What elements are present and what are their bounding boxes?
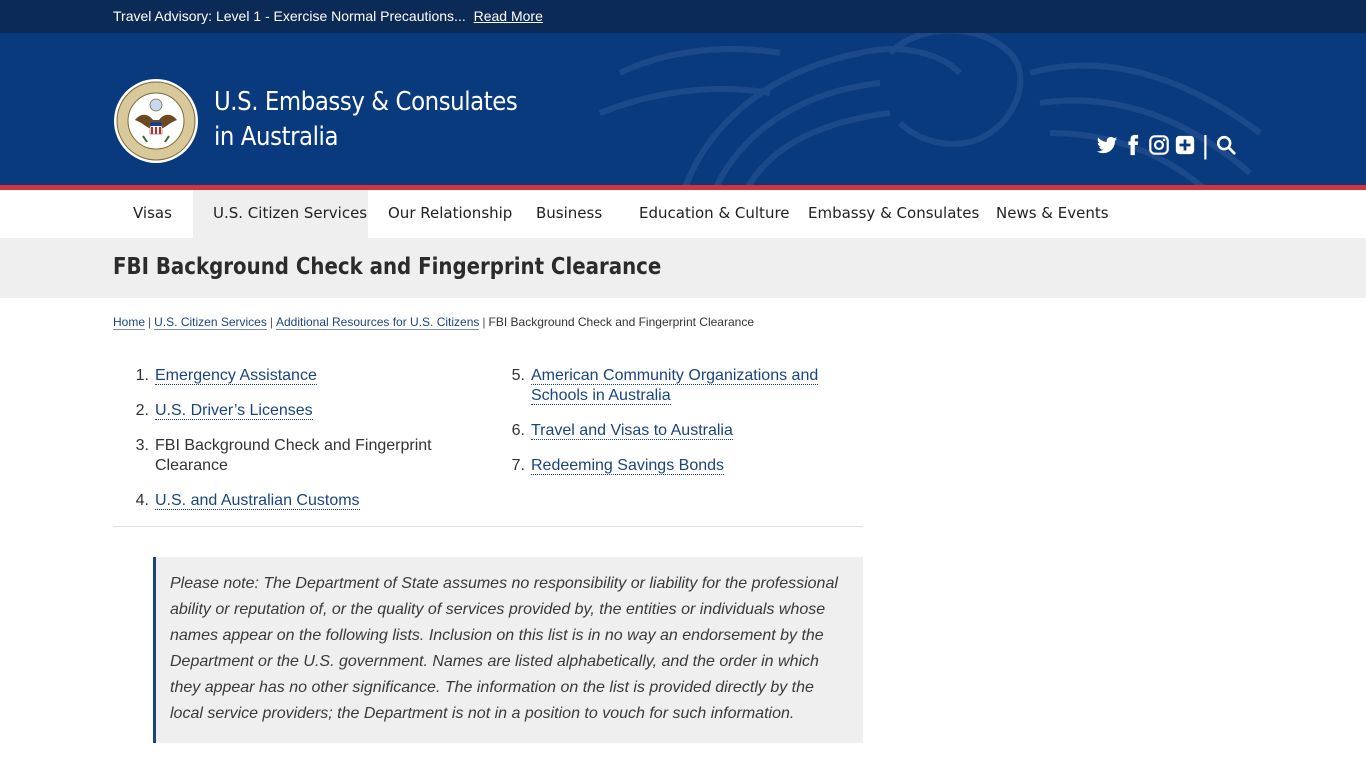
travel-advisory-content: Travel Advisory: Level 1 - Exercise Norm… [113,8,543,24]
breadcrumb-home[interactable]: Home [113,315,146,330]
nav-item-our-relationship[interactable]: Our Relationship [368,190,512,238]
american-community-organizations-link[interactable]: American Community Organizations and Sch… [531,367,819,405]
read-more-link[interactable]: Read More [474,8,543,24]
list-item-number: 2. [135,402,149,419]
list-item-number: 5. [511,367,525,384]
breadcrumb-separator: | [269,315,273,329]
social-separator: | [1202,130,1209,160]
facebook-icon[interactable] [1122,134,1144,156]
list-item-number: 1. [135,367,149,384]
nav-item-us-citizen-services[interactable]: U.S. Citizen Services [193,190,368,238]
nav-item-education-culture[interactable]: Education & Culture [619,190,790,238]
list-item-number: 4. [135,492,149,509]
breadcrumb-separator: | [482,315,486,329]
plus-share-icon[interactable] [1174,134,1196,156]
breadcrumb-current: FBI Background Check and Fingerprint Cle… [488,315,754,329]
search-icon[interactable] [1215,134,1237,156]
content-divider [113,526,863,527]
instagram-icon[interactable] [1148,134,1170,156]
breadcrumb-us-citizen-services[interactable]: U.S. Citizen Services [154,315,267,330]
travel-visas-australia-link[interactable]: Travel and Visas to Australia [531,422,733,440]
site-header: U.S. Embassy & Consulates in Australia | [0,33,1366,185]
twitter-icon[interactable] [1096,134,1118,156]
site-title[interactable]: U.S. Embassy & Consulates in Australia [214,85,518,155]
travel-advisory-text: Travel Advisory: Level 1 - Exercise Norm… [113,8,466,24]
main-navigation: Visas U.S. Citizen Services Our Relation… [0,190,1366,238]
list-item-number: 7. [511,457,525,474]
us-australian-customs-link[interactable]: U.S. and Australian Customs [155,492,360,510]
social-links: | [1096,131,1241,159]
nav-item-visas[interactable]: Visas [113,190,193,238]
nav-item-embassy-consulates[interactable]: Embassy & Consulates [788,190,979,238]
department-of-state-seal-icon [114,79,198,163]
breadcrumb-separator: | [148,315,152,329]
breadcrumb: Home | U.S. Citizen Services | Additional Re… [113,315,754,330]
us-drivers-licenses-link[interactable]: U.S. Driver’s Licenses [155,402,313,420]
site-title-line2: in Australia [214,122,339,152]
fbi-background-check-current: FBI Background Check and Fingerprint Cle… [155,437,432,474]
nav-item-business[interactable]: Business [516,190,616,238]
redeeming-savings-bonds-link[interactable]: Redeeming Savings Bonds [531,457,725,475]
eagle-watermark-icon [598,33,1262,185]
disclaimer-note: Please note: The Department of State ass… [153,557,863,743]
breadcrumb-additional-resources[interactable]: Additional Resources for U.S. Citizens [275,315,480,330]
page-title: FBI Background Check and Fingerprint Cle… [113,254,662,280]
travel-advisory-bar: Travel Advisory: Level 1 - Exercise Norm… [0,0,1366,33]
site-title-line1: U.S. Embassy & Consulates [214,87,518,117]
page-title-band: FBI Background Check and Fingerprint Cle… [0,238,1366,298]
disclaimer-text: Please note: The Department of State ass… [170,575,838,722]
emergency-assistance-link[interactable]: Emergency Assistance [155,367,317,385]
list-item-number: 6. [511,422,525,439]
list-item-number: 3. [135,437,149,454]
nav-item-news-events[interactable]: News & Events [976,190,1111,238]
